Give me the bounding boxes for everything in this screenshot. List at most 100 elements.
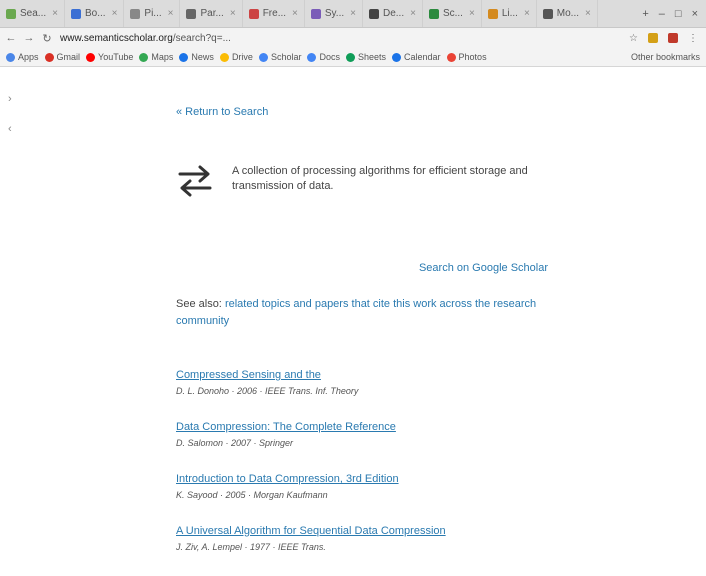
tab-close-icon[interactable]: × <box>524 8 530 19</box>
tab-favicon-icon <box>186 8 197 19</box>
extension-icon[interactable] <box>668 33 678 43</box>
bookmark-label: Maps <box>151 52 174 62</box>
results-list: Compressed Sensing and the D. L. Donoho ·… <box>176 368 556 576</box>
bookmark-label: Gmail <box>56 52 81 62</box>
bookmark-label: Photos <box>458 52 487 62</box>
bookmark-favicon-icon <box>6 52 15 62</box>
result-title-link[interactable]: Introduction to Data Compression, 3rd Ed… <box>176 472 556 486</box>
side-gutter: › ‹ <box>8 84 12 144</box>
bookmark-favicon-icon <box>44 52 54 62</box>
bookmark-favicon-icon <box>139 52 149 62</box>
tab-favicon-icon <box>542 8 553 19</box>
url-field[interactable]: www.semanticscholar.org/search?q=... <box>60 33 629 44</box>
result-item: Data Compression: The Complete Reference… <box>176 420 556 472</box>
browser-tab[interactable]: Sc... × <box>423 0 482 27</box>
bookmark-item[interactable]: Photos <box>446 52 487 62</box>
tab-close-icon[interactable]: × <box>52 8 58 19</box>
tab-close-icon[interactable]: × <box>410 8 416 19</box>
tab-favicon-icon <box>368 8 379 19</box>
bookmark-item[interactable]: YouTube <box>86 52 133 62</box>
bookmark-item[interactable]: Docs <box>307 52 340 62</box>
bookmark-label: Docs <box>319 52 340 62</box>
bookmark-item[interactable]: Sheets <box>345 52 386 62</box>
tab-label: Sy... <box>324 8 345 19</box>
result-meta: D. Salomon · 2007 · Springer <box>176 438 294 448</box>
tab-label: Sc... <box>442 8 463 19</box>
back-icon[interactable]: ← <box>4 32 18 44</box>
expand-icon[interactable]: ‹ <box>8 114 12 144</box>
bookmark-item[interactable]: Gmail <box>44 52 81 62</box>
maximize-icon[interactable]: □ <box>675 8 682 20</box>
tab-favicon-icon <box>130 8 141 19</box>
see-also-link[interactable]: related topics and papers that cite this… <box>176 298 536 327</box>
bookmark-item[interactable]: Maps <box>139 52 173 62</box>
forward-icon[interactable]: → <box>22 32 36 44</box>
bookmark-favicon-icon <box>392 52 402 62</box>
result-item: A Universal Algorithm for Sequential Dat… <box>176 524 556 576</box>
new-tab-icon[interactable]: + <box>642 8 648 20</box>
tab-strip: Sea... × Bo... × Pi... × Par... × Fre... × Sy... × D… <box>0 0 706 28</box>
result-meta: K. Sayood · 2005 · Morgan Kaufmann <box>176 490 328 500</box>
browser-tab[interactable]: Pi... × <box>124 0 181 27</box>
tab-close-icon[interactable]: × <box>585 8 591 19</box>
tab-close-icon[interactable]: × <box>168 8 174 19</box>
tab-close-icon[interactable]: × <box>469 8 475 19</box>
bookmark-favicon-icon <box>219 52 229 62</box>
tab-close-icon[interactable]: × <box>292 8 298 19</box>
browser-tab[interactable]: Li... × <box>482 0 537 27</box>
extension-icon[interactable] <box>648 33 658 43</box>
result-title-link[interactable]: Data Compression: The Complete Reference <box>176 420 556 434</box>
bookmark-item[interactable]: Drive <box>219 52 253 62</box>
tab-label: Sea... <box>20 8 47 19</box>
browser-tab[interactable]: Sy... × <box>305 0 363 27</box>
bookmark-item[interactable]: Apps <box>6 52 39 62</box>
tab-label: Mo... <box>556 8 580 19</box>
browser-tab[interactable]: Par... × <box>180 0 243 27</box>
bookmark-item[interactable]: News <box>179 52 214 62</box>
bookmark-label: News <box>191 52 214 62</box>
collapse-icon[interactable]: › <box>8 84 12 114</box>
tab-favicon-icon <box>70 8 81 19</box>
tab-favicon-icon <box>487 8 498 19</box>
result-meta: J. Ziv, A. Lempel · 1977 · IEEE Trans. <box>176 542 326 552</box>
bookmark-item[interactable]: Calendar <box>392 52 441 62</box>
tab-label: De... <box>382 8 405 19</box>
result-item: Introduction to Data Compression, 3rd Ed… <box>176 472 556 524</box>
bookmark-label: Apps <box>18 52 39 62</box>
tab-close-icon[interactable]: × <box>350 8 356 19</box>
minimize-icon[interactable]: – <box>659 8 665 20</box>
tab-close-icon[interactable]: × <box>112 8 118 19</box>
tab-label: Pi... <box>144 8 162 19</box>
close-window-icon[interactable]: × <box>692 8 698 20</box>
bookmark-favicon-icon <box>345 52 355 62</box>
browser-tab[interactable]: Mo... × <box>537 0 598 27</box>
url-path: /search?q=... <box>172 32 231 44</box>
bookmark-star-icon[interactable]: ☆ <box>629 33 638 44</box>
tab-label: Fre... <box>262 8 287 19</box>
tab-label: Par... <box>200 8 224 19</box>
result-title-link[interactable]: A Universal Algorithm for Sequential Dat… <box>176 524 556 538</box>
bookmark-label: Scholar <box>270 52 302 62</box>
see-also: See also: related topics and papers that… <box>176 296 546 330</box>
bookmark-item[interactable]: Scholar <box>258 52 302 62</box>
tab-close-icon[interactable]: × <box>230 8 236 19</box>
browser-tab[interactable]: Fre... × <box>243 0 305 27</box>
bookmark-label: YouTube <box>98 52 134 62</box>
bookmark-label: Drive <box>231 52 253 62</box>
browser-tab[interactable]: Sea... × <box>0 0 65 27</box>
summary-text: A collection of processing algorithms fo… <box>232 165 528 192</box>
tab-label: Li... <box>501 8 518 19</box>
swap-arrows-icon <box>178 165 212 197</box>
tab-favicon-icon <box>310 8 321 19</box>
tab-favicon-icon <box>428 8 439 19</box>
other-bookmarks[interactable]: Other bookmarks <box>631 52 706 62</box>
bookmark-label: Calendar <box>404 52 441 62</box>
browser-tab[interactable]: De... × <box>363 0 423 27</box>
menu-icon[interactable]: ⋮ <box>688 33 698 44</box>
return-link[interactable]: « Return to Search <box>176 106 268 118</box>
result-item: Compressed Sensing and the D. L. Donoho ·… <box>176 368 556 420</box>
result-title-link[interactable]: Compressed Sensing and the <box>176 368 556 382</box>
scholar-search-link[interactable]: Search on Google Scholar <box>419 262 548 274</box>
reload-icon[interactable]: ↻ <box>40 32 54 45</box>
browser-tab[interactable]: Bo... × <box>65 0 125 27</box>
